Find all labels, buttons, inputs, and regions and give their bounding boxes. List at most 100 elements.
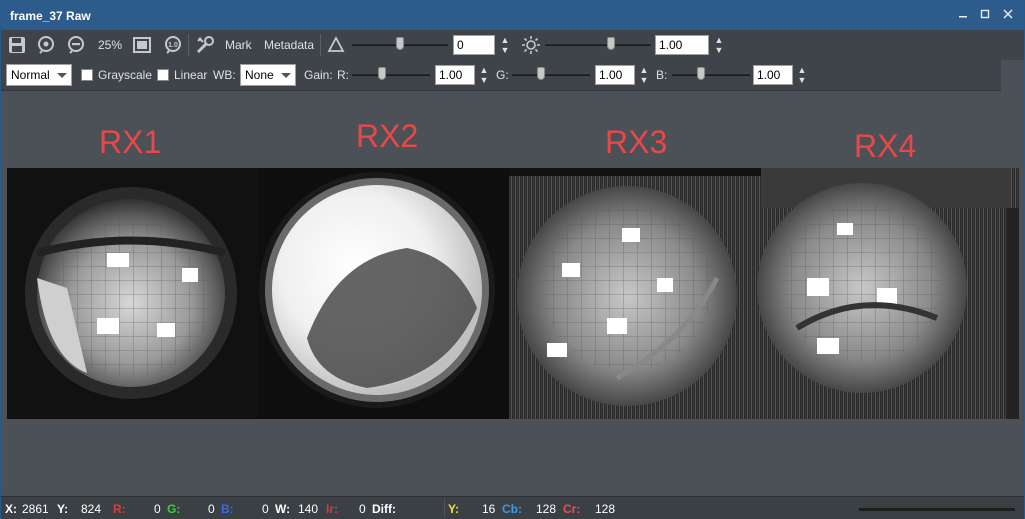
rx1-image (7, 168, 259, 419)
window-title: frame_37 Raw (10, 8, 91, 23)
status-w-value: 140 (298, 502, 319, 516)
tools-button[interactable] (194, 34, 216, 56)
grayscale-label: Grayscale (98, 68, 153, 82)
title-bar: frame_37 Raw (1, 1, 1024, 30)
status-ir-value: 0 (359, 502, 366, 516)
contrast-input[interactable]: 0 (453, 35, 495, 55)
maximize-icon (980, 9, 990, 19)
status-bar: X: 2861 Y: 824 R: 0 G: 0 B: 0 W: 140 Ir:… (1, 496, 1024, 519)
status-cb-label: Cb: (502, 502, 522, 516)
rx4-image (757, 168, 1019, 419)
rx1-label: RX1 (99, 124, 162, 160)
app-window: frame_37 Raw 25% 1.0 Mark Metadata 0 ▲ ▼… (0, 0, 1025, 519)
toolbar-main: 25% 1.0 Mark Metadata 0 ▲ ▼ 1.00 ▲ ▼ (1, 30, 1024, 60)
gain-b-spinner[interactable]: ▲ ▼ (797, 65, 807, 85)
fit-window-button[interactable] (131, 34, 153, 56)
gain-r-slider-thumb[interactable] (378, 67, 386, 80)
mark-button[interactable]: Mark (225, 38, 252, 52)
status-divider (444, 499, 445, 517)
status-g-value: 0 (208, 502, 215, 516)
status-progress-track (859, 508, 1015, 511)
status-diff-label: Diff: (372, 502, 396, 516)
gain-g-input[interactable]: 1.00 (595, 65, 635, 85)
status-r-label: R: (113, 502, 126, 516)
zoom-out-icon (68, 36, 84, 54)
gain-label: Gain: (304, 68, 333, 82)
brightness-icon-wrap (520, 34, 542, 56)
close-button[interactable] (1000, 7, 1016, 23)
gain-b-input[interactable]: 1.00 (753, 65, 793, 85)
zoom-out-button[interactable] (65, 34, 87, 56)
status-yy-label: Y: (448, 502, 460, 516)
gain-g-slider-thumb[interactable] (537, 67, 545, 80)
brightness-input[interactable]: 1.00 (655, 35, 709, 55)
camera-images (7, 168, 1019, 419)
chevron-down-icon (57, 73, 67, 78)
gain-r-label: R: (337, 68, 349, 82)
save-icon (9, 37, 25, 53)
wb-select-value: None (245, 68, 274, 82)
rx2-label: RX2 (356, 118, 419, 154)
contrast-slider-thumb[interactable] (396, 37, 404, 50)
toolbar-divider (320, 34, 321, 56)
mode-select-value: Normal (11, 68, 50, 82)
minimize-button[interactable] (955, 7, 971, 23)
metadata-button[interactable]: Metadata (264, 38, 314, 52)
contrast-icon-wrap (325, 34, 347, 56)
close-icon (1003, 9, 1013, 19)
zoom-in-button[interactable] (35, 34, 57, 56)
status-cr-label: Cr: (563, 502, 581, 516)
status-cr-value: 128 (595, 502, 616, 516)
brightness-slider-thumb[interactable] (607, 37, 615, 50)
brightness-icon (522, 36, 540, 54)
status-y-value: 824 (81, 502, 102, 516)
linear-checkbox[interactable] (157, 69, 169, 81)
status-w-label: W: (275, 502, 291, 516)
brightness-slider-track[interactable] (545, 44, 651, 46)
zoom-level: 25% (98, 38, 123, 52)
mode-select[interactable]: Normal (6, 64, 72, 86)
maximize-button[interactable] (977, 7, 993, 23)
save-button[interactable] (6, 34, 28, 56)
status-b-value: 0 (262, 502, 269, 516)
wb-select[interactable]: None (240, 64, 296, 86)
gain-b-slider-thumb[interactable] (697, 67, 705, 80)
status-yy-value: 16 (482, 502, 496, 516)
status-y-label: Y: (57, 502, 69, 516)
toolbar-gutter (1001, 60, 1024, 91)
chevron-down-icon (281, 73, 291, 78)
grayscale-checkbox[interactable] (81, 69, 93, 81)
minimize-icon (959, 16, 967, 18)
gain-r-input[interactable]: 1.00 (435, 65, 475, 85)
status-ir-label: Ir: (326, 502, 338, 516)
contrast-icon (327, 36, 345, 52)
gain-g-label: G: (496, 68, 509, 82)
status-g-label: G: (167, 502, 181, 516)
status-cb-value: 128 (536, 502, 557, 516)
rx3-label: RX3 (605, 124, 668, 160)
gain-g-spinner[interactable]: ▲ ▼ (639, 65, 649, 85)
zoom-in-icon (38, 36, 54, 54)
fit-window-icon (133, 37, 151, 53)
actual-size-button[interactable]: 1.0 (162, 34, 184, 56)
status-x-label: X: (5, 502, 17, 516)
status-b-label: B: (221, 502, 234, 516)
rx4-label: RX4 (854, 128, 917, 164)
gain-r-slider-track[interactable] (352, 74, 430, 76)
actual-size-icon: 1.0 (165, 36, 181, 54)
camera-image-strip[interactable] (7, 168, 1019, 419)
status-r-value: 0 (154, 502, 161, 516)
svg-text:1.0: 1.0 (168, 42, 178, 49)
status-x-value: 2861 (22, 502, 49, 516)
wb-label: WB: (213, 68, 236, 82)
rx2-image (259, 168, 509, 419)
gain-g-slider-track[interactable] (512, 74, 590, 76)
brightness-spinner[interactable]: ▲ ▼ (714, 35, 724, 55)
gain-b-label: B: (656, 68, 668, 82)
toolbar-divider (188, 34, 189, 56)
linear-label: Linear (174, 68, 208, 82)
gain-b-slider-track[interactable] (672, 74, 750, 76)
toolbar-color: Normal Grayscale Linear WB: None Gain: R… (1, 60, 1001, 91)
gain-r-spinner[interactable]: ▲ ▼ (479, 65, 489, 85)
contrast-spinner[interactable]: ▲ ▼ (500, 35, 510, 55)
